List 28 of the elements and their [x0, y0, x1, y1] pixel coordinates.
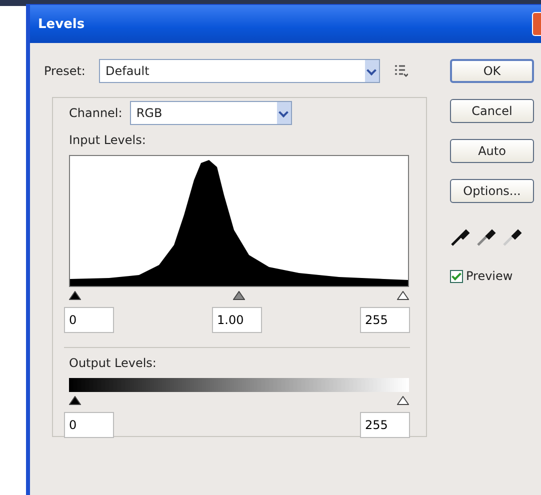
options-button[interactable]: Options... — [450, 179, 534, 203]
preset-dropdown[interactable]: Default — [99, 59, 380, 83]
preview-checkbox[interactable] — [450, 270, 463, 282]
number-field[interactable]: 1.00 — [212, 307, 262, 333]
input-levels-label: Input Levels: — [69, 133, 147, 147]
ok-button[interactable]: OK — [450, 59, 534, 83]
preset-label: Preset: — [44, 64, 86, 78]
auto-button[interactable]: Auto — [450, 139, 534, 163]
number-field[interactable]: 255 — [360, 307, 410, 333]
output-levels-label: Output Levels: — [69, 356, 158, 370]
channel-label: Channel: — [69, 106, 122, 120]
eyedropper-icon[interactable] — [450, 227, 470, 247]
slider-handle[interactable] — [397, 291, 409, 300]
number-field[interactable]: 0 — [64, 412, 114, 438]
close-button[interactable] — [532, 12, 541, 36]
eyedropper-icon[interactable] — [476, 227, 496, 247]
slider-handle[interactable] — [69, 396, 81, 405]
preview-label: Preview — [466, 269, 513, 283]
eyedropper-icon[interactable] — [502, 227, 522, 247]
slider-handle[interactable] — [69, 291, 81, 300]
channel-dropdown[interactable]: RGB — [130, 101, 292, 125]
slider-handle[interactable] — [397, 396, 409, 405]
menu-icon[interactable] — [394, 65, 408, 77]
slider-handle[interactable] — [233, 291, 245, 300]
cancel-button[interactable]: Cancel — [450, 99, 534, 123]
number-field[interactable]: 255 — [360, 412, 410, 438]
number-field[interactable]: 0 — [64, 307, 114, 333]
window-title: Levels — [38, 16, 85, 32]
